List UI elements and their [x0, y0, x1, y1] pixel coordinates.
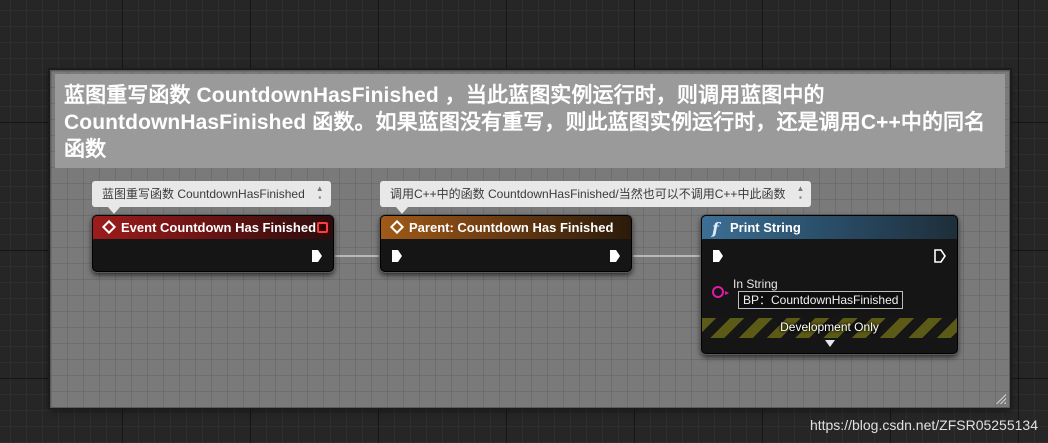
- string-pin-icon[interactable]: [712, 286, 729, 298]
- delegate-pin-icon[interactable]: [317, 222, 328, 233]
- function-icon: f: [712, 219, 719, 238]
- exec-in-pin-icon[interactable]: [712, 249, 724, 263]
- expand-arrow-icon[interactable]: [824, 340, 835, 347]
- event-icon: [389, 219, 405, 235]
- parent-node-header[interactable]: Parent: Countdown Has Finished: [381, 216, 631, 239]
- parent-node[interactable]: Parent: Countdown Has Finished: [380, 215, 632, 272]
- pin-icon[interactable]: ▲ ▪: [315, 184, 325, 202]
- node-comment-bubble-event[interactable]: 蓝图重写函数 CountdownHasFinished ▲ ▪: [92, 181, 331, 214]
- event-node[interactable]: Event Countdown Has Finished: [92, 215, 334, 272]
- exec-out-pin-icon[interactable]: [934, 249, 946, 263]
- event-node-title: Event Countdown Has Finished: [121, 220, 317, 235]
- print-string-node-header[interactable]: f Print String: [702, 216, 957, 239]
- event-node-header[interactable]: Event Countdown Has Finished: [93, 216, 333, 239]
- bubble-text: 蓝图重写函数 CountdownHasFinished: [102, 187, 305, 201]
- print-string-title: Print String: [730, 220, 801, 235]
- node-comment-bubble-parent[interactable]: 调用C++中的函数 CountdownHasFinished/当然也可以不调用C…: [380, 181, 812, 214]
- exec-in-pin-icon[interactable]: [391, 249, 403, 263]
- comment-header[interactable]: 蓝图重写函数 CountdownHasFinished ，当此蓝图实例运行时，则…: [55, 74, 1005, 168]
- exec-wire-2[interactable]: [625, 255, 711, 257]
- event-icon: [101, 219, 117, 235]
- development-only-label: Development Only: [780, 320, 879, 334]
- in-string-label: In String: [733, 277, 778, 291]
- exec-out-pin-icon[interactable]: [609, 249, 621, 263]
- exec-out-pin-icon[interactable]: [311, 249, 323, 263]
- pin-icon[interactable]: ▲ ▪: [795, 184, 805, 202]
- watermark: https://blog.csdn.net/ZFSR05255134: [809, 417, 1038, 433]
- bubble-text: 调用C++中的函数 CountdownHasFinished/当然也可以不调用C…: [390, 187, 786, 201]
- in-string-value-field[interactable]: BP：CountdownHasFinished: [738, 291, 904, 309]
- parent-node-title: Parent: Countdown Has Finished: [409, 220, 614, 235]
- resize-grip-icon[interactable]: [994, 392, 1006, 404]
- print-string-node[interactable]: f Print String In String BP：CountdownHas…: [701, 215, 958, 354]
